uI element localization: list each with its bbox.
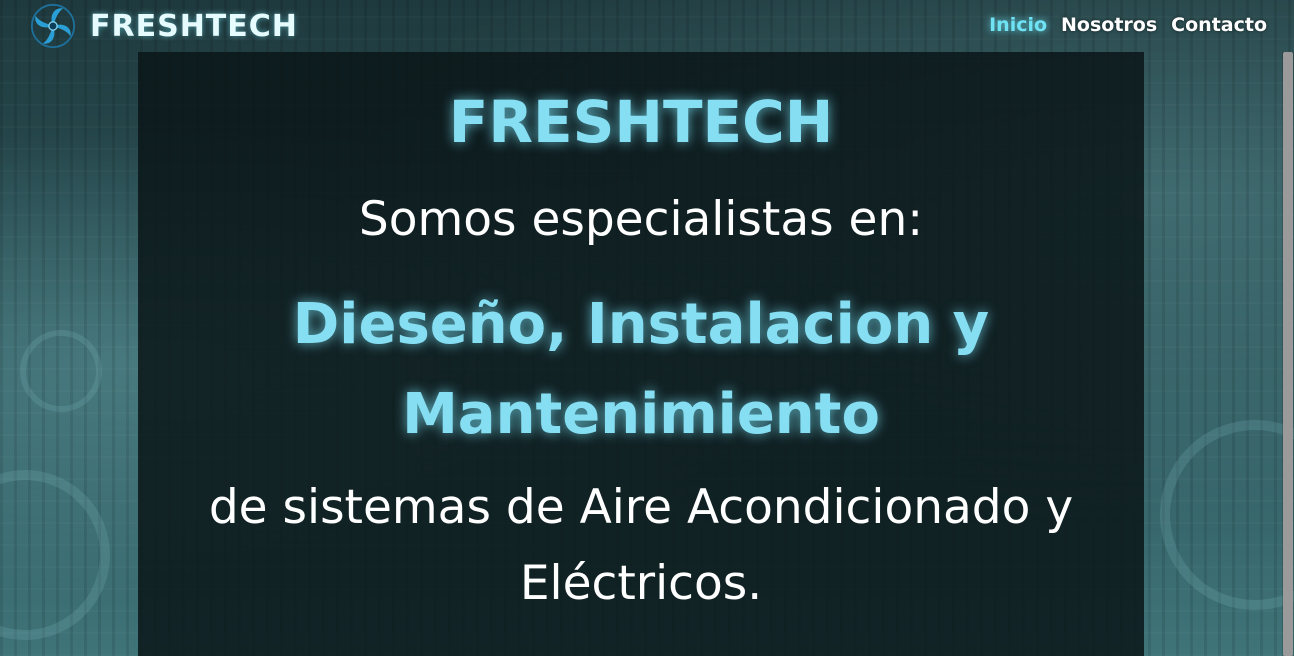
hero-panel: FRESHTECH Somos especialistas en: Dieseñ… <box>138 52 1144 656</box>
nav-link-inicio[interactable]: Inicio <box>989 14 1047 36</box>
background-pipe <box>20 330 102 412</box>
hero-description-line-2: Eléctricos. <box>519 556 763 611</box>
hero-title: FRESHTECH <box>448 88 834 156</box>
hero-highlight: Dieseño, Instalacion y Mantenimiento <box>198 280 1084 460</box>
hero-highlight-line-2: Mantenimiento <box>402 382 880 447</box>
hero-description-line-1: de sistemas de Aire Acondicionado y <box>208 480 1074 535</box>
nav-link-contacto[interactable]: Contacto <box>1171 14 1267 36</box>
hero-highlight-line-1: Dieseño, Instalacion y <box>292 292 990 357</box>
hero-description: de sistemas de Aire Acondicionado y Eléc… <box>178 470 1104 622</box>
fan-logo-icon <box>30 3 76 49</box>
main-nav: Inicio Nosotros Contacto <box>989 14 1267 36</box>
hero-subtitle: Somos especialistas en: <box>358 192 924 247</box>
page-scrollbar-thumb[interactable] <box>1283 52 1293 656</box>
nav-link-nosotros[interactable]: Nosotros <box>1061 14 1157 36</box>
brand-home-link[interactable]: FRESHTECH <box>30 3 298 49</box>
brand-name: FRESHTECH <box>90 8 298 44</box>
navbar: FRESHTECH Inicio Nosotros Contacto <box>0 0 1294 52</box>
